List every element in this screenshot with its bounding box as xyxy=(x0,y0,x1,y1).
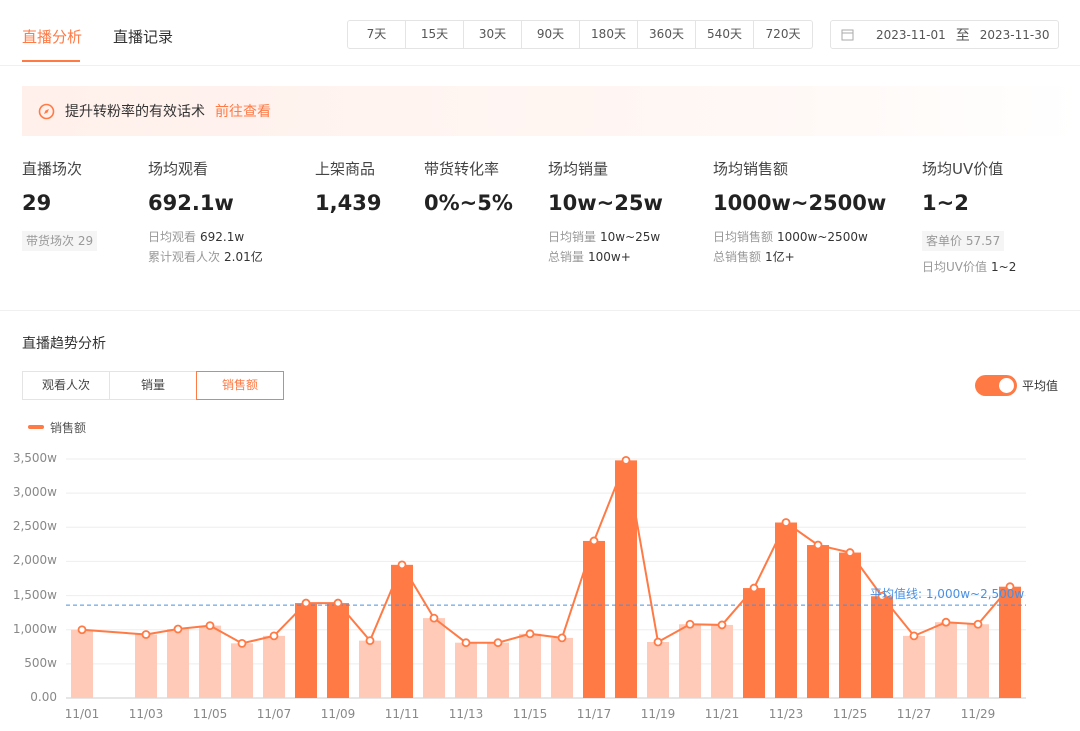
data-point xyxy=(941,617,951,627)
data-point xyxy=(365,636,375,646)
data-point xyxy=(909,631,919,641)
data-point xyxy=(397,560,407,570)
bar xyxy=(71,629,93,698)
bar xyxy=(935,622,957,698)
data-point xyxy=(77,625,87,635)
bar xyxy=(423,618,445,698)
bar xyxy=(199,625,221,698)
data-point xyxy=(717,620,727,630)
data-point xyxy=(973,619,983,629)
bar xyxy=(231,643,253,698)
data-point xyxy=(333,598,343,608)
bar xyxy=(615,460,637,698)
data-point xyxy=(429,613,439,623)
data-point xyxy=(813,540,823,550)
bar xyxy=(359,640,381,698)
data-point xyxy=(845,548,855,557)
data-point xyxy=(205,621,215,631)
bar xyxy=(551,637,573,698)
data-point xyxy=(781,518,791,527)
series-line xyxy=(81,456,1011,645)
bar xyxy=(871,596,893,698)
bar xyxy=(263,635,285,698)
bar xyxy=(647,642,669,698)
bar xyxy=(807,545,829,698)
bar xyxy=(487,642,509,698)
bar xyxy=(519,633,541,698)
data-point xyxy=(621,455,631,465)
data-point xyxy=(557,633,567,643)
bar xyxy=(743,588,765,698)
data-point xyxy=(141,630,151,639)
bar xyxy=(455,642,477,698)
data-point xyxy=(653,637,663,647)
bar xyxy=(679,624,701,698)
data-point xyxy=(749,583,759,593)
bar xyxy=(967,624,989,698)
bar xyxy=(327,603,349,698)
data-point xyxy=(301,598,311,608)
average-line-label: 平均值线: 1,000w~2,500w xyxy=(870,587,1025,602)
bar xyxy=(775,522,797,698)
data-point xyxy=(493,638,503,648)
data-point xyxy=(685,619,695,629)
data-point xyxy=(589,536,599,546)
bar xyxy=(295,603,317,698)
bar xyxy=(999,586,1021,698)
bar xyxy=(167,629,189,698)
bar xyxy=(903,635,925,698)
data-point xyxy=(237,638,247,648)
sales-chart xyxy=(66,455,1026,699)
data-point xyxy=(461,638,471,648)
data-point xyxy=(173,624,183,634)
bar xyxy=(711,624,733,698)
bar xyxy=(839,552,861,698)
data-point xyxy=(525,629,535,639)
data-point xyxy=(269,631,279,641)
bar xyxy=(135,634,157,698)
